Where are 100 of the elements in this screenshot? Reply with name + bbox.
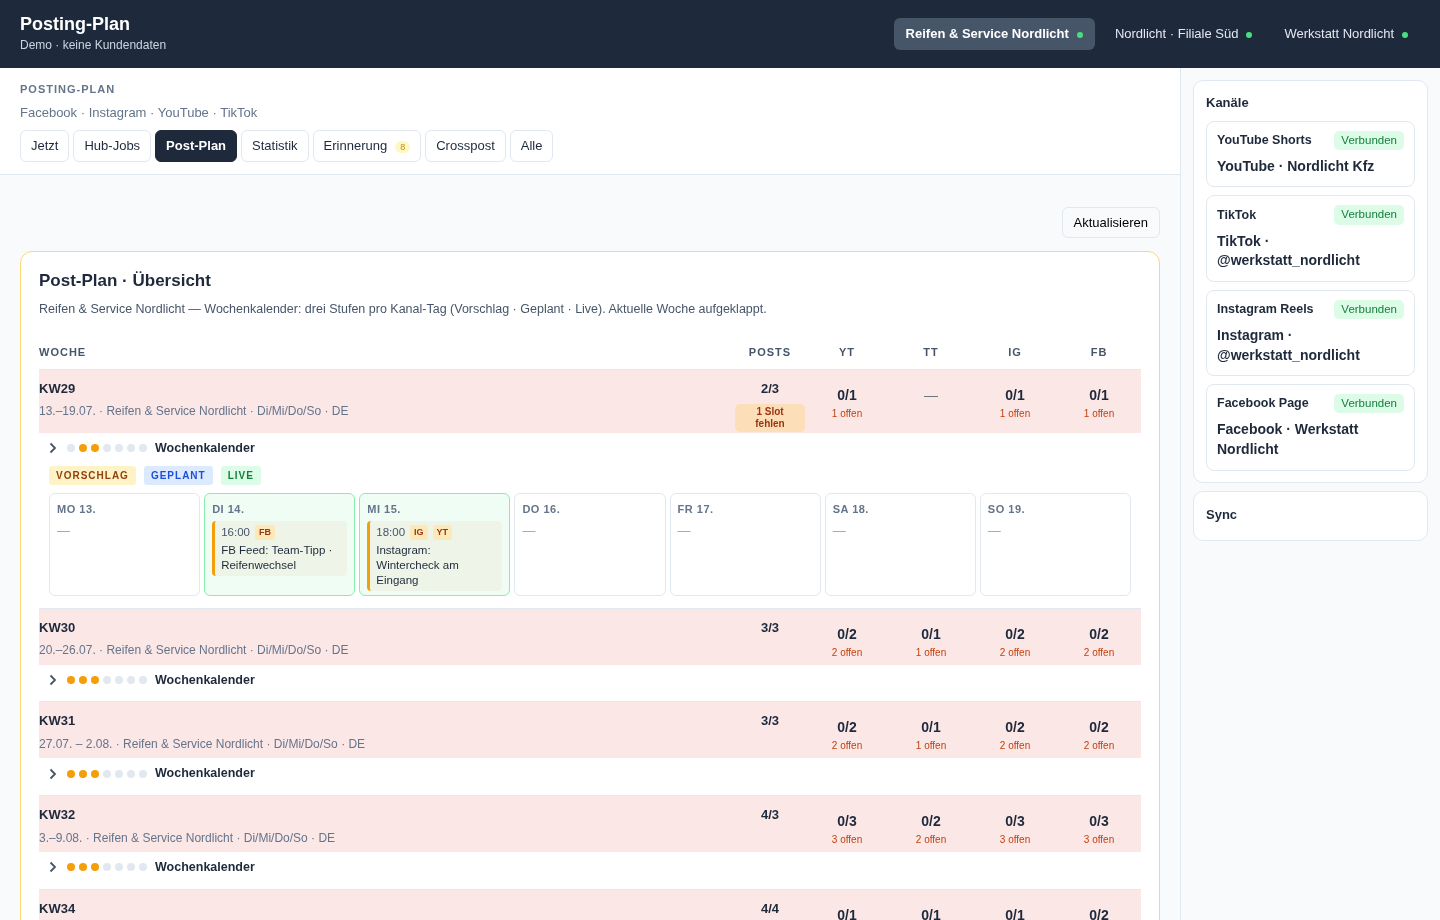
open-count: 1 offen: [914, 645, 948, 660]
channel-account: Facebook · Werkstatt Nordlicht: [1217, 420, 1360, 460]
open-count: 3 offen: [830, 833, 864, 847]
panel-title: Sync: [1206, 505, 1239, 524]
open-count: 1 offen: [998, 406, 1032, 421]
post-time: 16:00: [221, 525, 250, 540]
day-label: SA 18.: [832, 501, 870, 517]
tab[interactable]: Crosspost: [425, 130, 506, 162]
posts-count: 4/3: [759, 806, 781, 824]
week-label: KW29: [39, 379, 77, 398]
open-count: 1 offen: [914, 739, 948, 754]
channel-count: 0/3: [1088, 812, 1110, 831]
tab[interactable]: Hub-Jobs: [73, 130, 152, 162]
missing-slot-badge: 1 Slot fehlen: [735, 404, 805, 433]
calendar-toggle[interactable]: Wochenkalender: [155, 438, 255, 458]
post-time: 18:00: [376, 525, 406, 540]
open-count: 2 offen: [998, 739, 1032, 754]
channel-count: 0/2: [1088, 624, 1110, 644]
tab[interactable]: Statistik: [241, 130, 309, 162]
empty-dash: —: [677, 522, 692, 540]
posts-count: 2/3: [759, 379, 781, 398]
day-label: DO 16.: [522, 501, 562, 517]
week-label: KW32: [39, 806, 77, 824]
day-label: SO 19.: [987, 501, 1027, 517]
tab[interactable]: Post-Plan: [155, 130, 238, 162]
panel-title: Kanäle: [1206, 94, 1250, 112]
open-count: 1 offen: [1082, 406, 1116, 421]
channel-count: 0/1: [1004, 385, 1026, 405]
channel-count: 0/1: [920, 718, 942, 738]
app-subtitle: Demo · keine Kundendaten: [20, 36, 167, 54]
day-label: MO 13.: [57, 501, 98, 517]
open-count: 2 offen: [998, 645, 1032, 660]
stage-legend-tag: GEPLANT: [143, 465, 213, 485]
stage-legend-tag: VORSCHLAG: [49, 465, 136, 485]
channel-count: 0/1: [836, 905, 858, 920]
open-count: 2 offen: [830, 739, 864, 754]
channel-count: 0/1: [1004, 905, 1026, 920]
status-badge: Verbunden: [1334, 394, 1404, 414]
channel-tag: IG: [410, 524, 428, 541]
chevron-icon[interactable]: [49, 673, 57, 686]
posts-count: 3/3: [759, 618, 781, 637]
channel-account: Instagram · @werkstatt_nordlicht: [1217, 326, 1361, 365]
account-tab[interactable]: Reifen & Service Nordlicht: [893, 18, 1095, 50]
channel-count: 0/2: [1088, 905, 1110, 920]
channel-count: 0/2: [1004, 624, 1026, 644]
channel-name: Facebook Page: [1217, 395, 1309, 413]
empty-dash: —: [522, 522, 537, 540]
chevron-icon[interactable]: [49, 861, 57, 874]
open-count: 3 offen: [998, 833, 1032, 847]
posts-count: 3/3: [759, 712, 781, 731]
account-tab[interactable]: Werkstatt Nordlicht: [1272, 18, 1420, 50]
channel-tag: FB: [254, 524, 275, 541]
day-label: MI 15.: [367, 501, 402, 517]
empty-dash: —: [987, 522, 1002, 540]
day-label: FR 17.: [677, 501, 715, 517]
status-badge: Verbunden: [1334, 130, 1404, 150]
week-details: 3.–9.08. · Reifen & Service Nordlicht · Di/Mi/Do/So · DE: [39, 829, 337, 847]
column-header: WOCHE: [39, 345, 88, 361]
posts-count: 4/4: [759, 899, 781, 918]
week-details: 13.–19.07. · Reifen & Service Nordlicht · Di/Mi/Do/So · DE: [39, 403, 350, 421]
app-title: Posting-Plan: [20, 14, 131, 36]
account-tab[interactable]: Nordlicht · Filiale Süd: [1102, 18, 1265, 50]
post-title: FB Feed: Team-Tipp · Reifenwechsel: [221, 543, 334, 574]
day-label: DI 14.: [212, 501, 246, 517]
channel-count: 0/1: [1088, 385, 1110, 405]
channel-count: 0/2: [1004, 718, 1026, 738]
week-label: KW31: [39, 712, 77, 731]
column-header: YT: [837, 345, 857, 361]
channel-name: YouTube Shorts: [1217, 131, 1312, 149]
calendar-toggle[interactable]: Wochenkalender: [155, 670, 255, 690]
platform-list: Facebook · Instagram · YouTube · TikTok: [20, 102, 1160, 122]
refresh-button[interactable]: Aktualisieren: [1061, 206, 1160, 238]
open-count: 1 offen: [830, 406, 864, 421]
post-item[interactable]: 16:00 FB FB Feed: Team-Tipp · Reifenwechsel: [212, 521, 348, 577]
tab[interactable]: Erinnerung 8: [312, 130, 422, 162]
column-header: FB: [1089, 345, 1109, 361]
column-header: IG: [1007, 345, 1023, 361]
calendar-toggle[interactable]: Wochenkalender: [155, 764, 255, 783]
channel-tag: YT: [432, 524, 453, 541]
chevron-icon[interactable]: [49, 442, 57, 455]
channel-name: TikTok: [1217, 206, 1257, 224]
week-label: KW30: [39, 618, 77, 637]
chevron-icon[interactable]: [49, 767, 57, 780]
channel-count: 0/2: [836, 624, 858, 644]
channel-count: 0/3: [836, 812, 858, 831]
channel-account: YouTube · Nordlicht Kfz: [1217, 156, 1376, 176]
channel-account: TikTok · @werkstatt_nordlicht: [1217, 231, 1361, 271]
channel-count: 0/2: [920, 812, 942, 831]
tab[interactable]: Alle: [509, 130, 554, 162]
post-item[interactable]: 18:00 IG YT Instagram: Wintercheck am Eingang: [367, 521, 503, 592]
channel-count: 0/1: [920, 905, 942, 920]
channel-name: Instagram Reels: [1217, 301, 1314, 319]
calendar-toggle[interactable]: Wochenkalender: [155, 858, 255, 877]
status-badge: Verbunden: [1334, 205, 1404, 225]
open-count: 3 offen: [1082, 833, 1116, 847]
section-label: POSTING-PLAN: [20, 82, 117, 97]
open-count: 2 offen: [914, 833, 948, 847]
open-count: 2 offen: [1082, 739, 1116, 754]
tab[interactable]: Jetzt: [20, 130, 70, 162]
channel-count: 0/2: [1088, 718, 1110, 738]
